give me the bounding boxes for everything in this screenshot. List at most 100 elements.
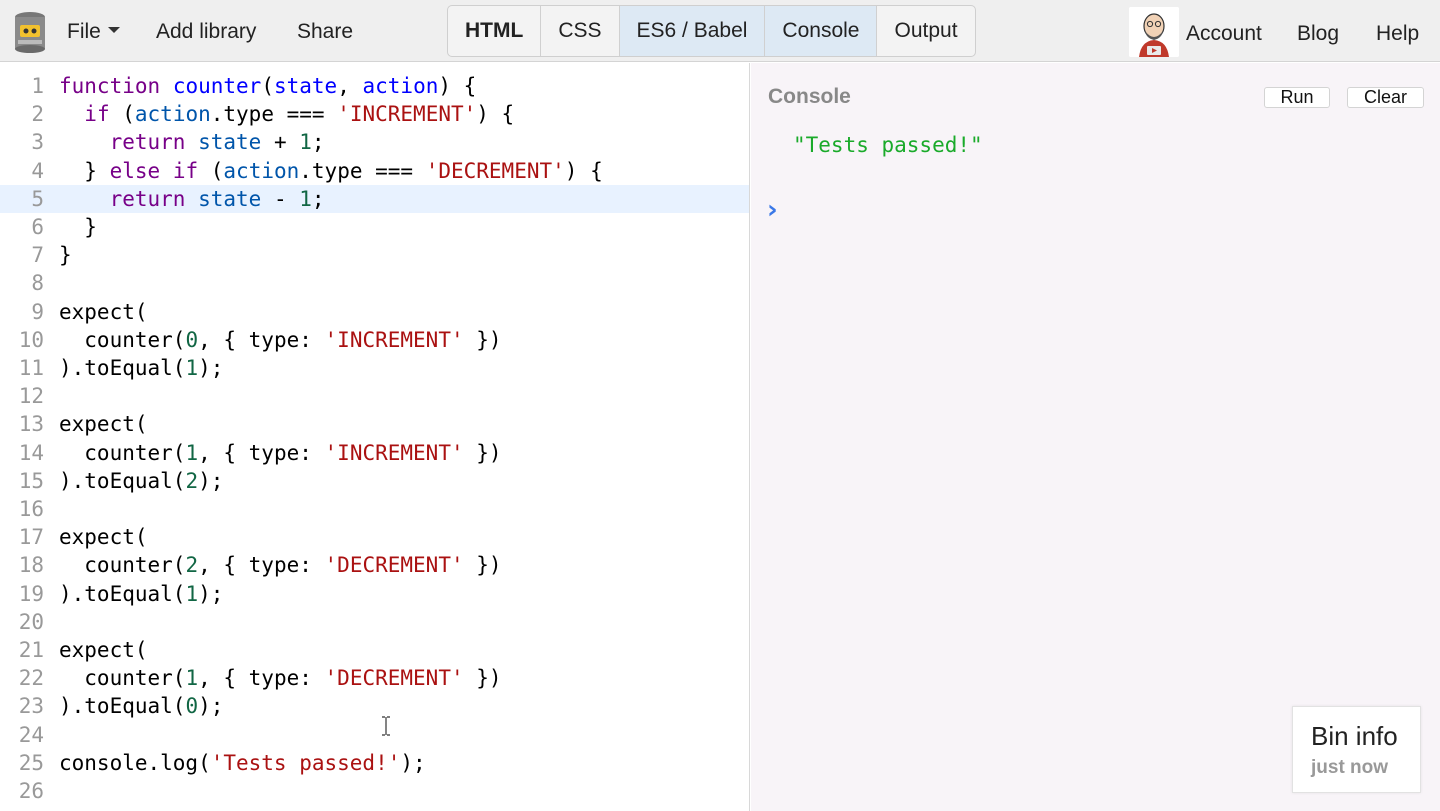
tab-console[interactable]: Console [765, 6, 878, 56]
line-number: 19 [18, 581, 44, 606]
code-text: counter(2, { type: 'DECREMENT' }) [59, 551, 501, 579]
code-line[interactable]: 16 [0, 495, 749, 523]
code-token: ); [400, 750, 426, 775]
code-token: , { type: [198, 553, 325, 578]
code-line[interactable]: 19).toEqual(1); [0, 580, 749, 608]
share-menu[interactable]: Share [297, 19, 353, 45]
tab-html[interactable]: HTML [448, 6, 542, 56]
bin-info-box[interactable]: Bin info just now [1292, 706, 1421, 793]
code-token: 2 [185, 553, 199, 578]
code-token: 1 [185, 581, 199, 606]
code-line[interactable]: 11).toEqual(1); [0, 354, 749, 382]
code-token: .type === [210, 102, 338, 127]
file-menu[interactable]: File [67, 19, 120, 45]
console-output-line: "Tests passed!" [793, 133, 983, 157]
code-token: 0 [185, 327, 199, 352]
code-line[interactable]: 6 } [0, 213, 749, 241]
add-library-menu[interactable]: Add library [156, 19, 256, 45]
code-line[interactable]: 1 function counter(state, action) { [0, 72, 749, 100]
code-token: 'DECREMENT' [324, 666, 464, 691]
chevron-right-icon[interactable]: › [767, 195, 778, 225]
code-text: } else if (action.type === 'DECREMENT') … [59, 157, 602, 185]
code-token: state [198, 130, 262, 155]
account-link[interactable]: Account [1186, 21, 1262, 47]
code-text: console.log('Tests passed!'); [59, 749, 426, 777]
code-token: ).toEqual( [59, 468, 186, 493]
code-token: return [109, 130, 186, 155]
line-number: 24 [18, 722, 44, 747]
code-line[interactable]: 7} [0, 241, 749, 269]
code-line[interactable]: 23).toEqual(0); [0, 692, 749, 720]
code-line[interactable]: 24 [0, 721, 749, 749]
code-text: ).toEqual(1); [59, 354, 223, 382]
code-token: ) { [476, 102, 515, 127]
code-editor[interactable]: 1 function counter(state, action) {2 if (… [0, 63, 750, 811]
code-token: , { type: [198, 666, 325, 691]
code-line[interactable]: 14 counter(1, { type: 'INCREMENT' }) [0, 439, 749, 467]
code-line[interactable]: 5 return state - 1; [0, 184, 749, 213]
code-token: state [273, 74, 338, 98]
code-text: function counter(state, action) { [59, 72, 476, 100]
code-line[interactable]: 3 return state + 1; [0, 128, 749, 156]
code-line[interactable]: 15).toEqual(2); [0, 467, 749, 495]
run-button[interactable]: Run [1264, 87, 1330, 108]
line-number: 25 [18, 750, 44, 775]
blog-link[interactable]: Blog [1297, 21, 1339, 47]
jsbin-logo-icon[interactable] [14, 11, 46, 53]
line-number: 5 [31, 186, 44, 211]
code-token: , { type: [198, 327, 325, 352]
code-token: - [261, 186, 300, 211]
code-token: 2 [185, 468, 199, 493]
code-token: 1 [299, 186, 312, 211]
code-line[interactable]: 10 counter(0, { type: 'INCREMENT' }) [0, 326, 749, 354]
clear-button[interactable]: Clear [1347, 87, 1424, 108]
line-number: 8 [31, 271, 44, 296]
code-line[interactable]: 18 counter(2, { type: 'DECREMENT' }) [0, 551, 749, 579]
code-line[interactable]: 8 [0, 269, 749, 297]
line-number: 14 [18, 440, 44, 465]
code-token: ).toEqual( [59, 356, 186, 380]
code-line[interactable]: 13 expect( [0, 410, 749, 438]
code-line[interactable]: 22 counter(1, { type: 'DECREMENT' }) [0, 664, 749, 692]
code-line[interactable]: 21 expect( [0, 636, 749, 664]
code-line[interactable]: 26 [0, 777, 749, 805]
code-token: .type === [299, 158, 426, 183]
line-number: 12 [18, 384, 44, 409]
avatar[interactable] [1129, 7, 1179, 57]
code-token: action [134, 102, 211, 127]
code-text: expect( [59, 523, 148, 551]
line-number: 16 [18, 497, 44, 521]
code-token: return [109, 186, 186, 211]
code-text: expect( [59, 410, 148, 438]
top-bar: File Add library Share HTML CSS ES6 / Ba… [0, 0, 1440, 62]
code-token: else [109, 158, 161, 183]
code-token: ); [198, 694, 224, 719]
code-line[interactable]: 12 [0, 382, 749, 410]
tab-css[interactable]: CSS [541, 6, 620, 56]
code-token: }) [463, 666, 502, 691]
code-token: action [362, 74, 439, 98]
code-line[interactable]: 4 } else if (action.type === 'DECREMENT'… [0, 157, 749, 185]
code-token: 1 [299, 130, 312, 155]
code-line[interactable]: 9 expect( [0, 298, 749, 326]
code-token: counter( [59, 553, 186, 578]
tab-output[interactable]: Output [877, 6, 974, 56]
line-number: 3 [31, 130, 44, 155]
code-token: } [59, 215, 97, 239]
code-line[interactable]: 17 expect( [0, 523, 749, 551]
help-link[interactable]: Help [1376, 21, 1419, 47]
code-token: , { type: [198, 440, 325, 465]
code-line[interactable]: 20 [0, 608, 749, 636]
bin-info-title: Bin info [1311, 721, 1398, 751]
console-panel: Console Run Clear "Tests passed!" › Bin … [751, 63, 1440, 811]
code-line[interactable]: 2 if (action.type === 'INCREMENT') { [0, 100, 749, 128]
code-token: if [84, 102, 110, 127]
code-token: 'Tests passed!' [210, 750, 401, 775]
line-number: 22 [18, 666, 44, 691]
tab-es6-babel[interactable]: ES6 / Babel [619, 6, 766, 56]
code-line[interactable]: 25 console.log('Tests passed!'); [0, 749, 749, 777]
panel-toggle-group: HTML CSS ES6 / Babel Console Output [447, 5, 976, 57]
code-token: }) [463, 440, 502, 465]
